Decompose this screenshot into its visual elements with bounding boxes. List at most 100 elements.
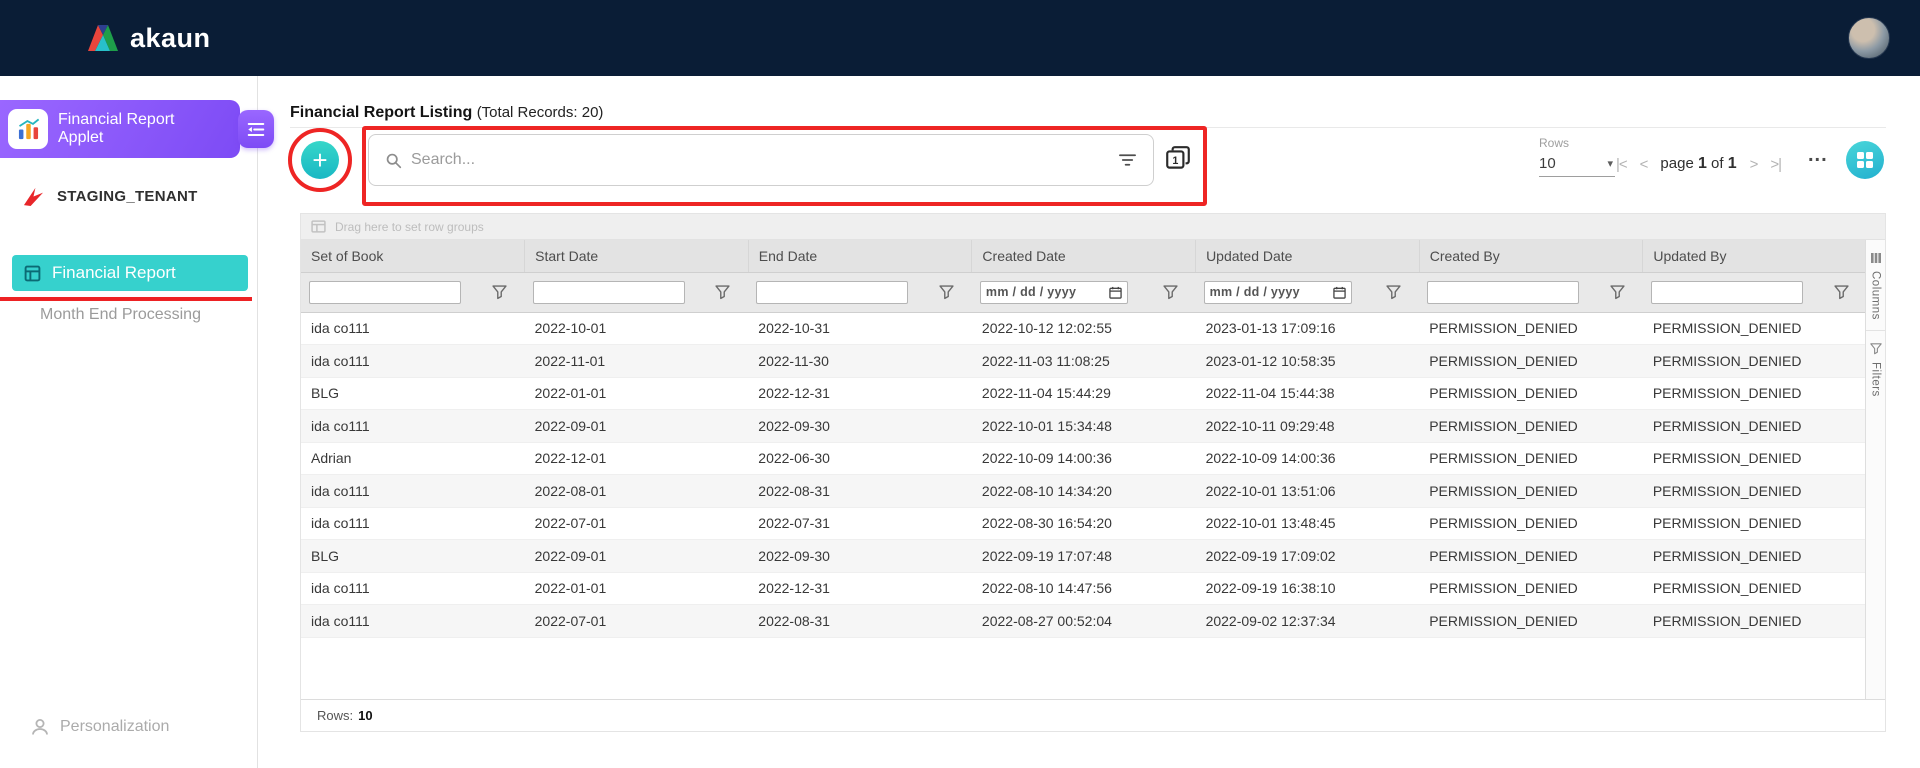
filter-funnel-icon[interactable] [1833,284,1849,300]
filter-funnel-icon[interactable] [1162,284,1178,300]
table-cell: 2022-08-31 [748,604,972,638]
table-cell: PERMISSION_DENIED [1419,344,1643,378]
column-header[interactable]: Start Date [524,240,749,273]
table-cell: 2022-11-03 11:08:25 [971,344,1196,378]
table-cell: Adrian [301,442,525,475]
tab-columns[interactable]: Columns [1866,240,1885,330]
sidebar-collapse-button[interactable] [238,110,274,148]
table-cell: ida co111 [301,604,525,638]
prev-page-button[interactable]: < [1640,156,1649,173]
filters-icon [1869,343,1882,355]
rows-per-page-select[interactable]: Rows 10 ▾ [1539,136,1615,177]
date-filter-input[interactable]: mm / dd / yyyy [979,280,1128,304]
table-cell: 2022-09-19 16:38:10 [1195,572,1420,605]
next-page-button[interactable]: > [1750,156,1759,173]
column-header[interactable]: Updated Date [1195,240,1420,273]
filter-funnel-icon[interactable] [715,284,730,300]
table-row[interactable]: ida co111 2022-11-01 2022-11-30 2022-11-03 … [301,344,1867,378]
table-row[interactable]: Adrian 2022-12-01 2022-06-30 2022-10-09 14:… [301,442,1867,475]
filter-row: mm / dd / yyyy mm / dd / yyyy [301,272,1867,313]
table-cell: 2022-01-01 [524,572,749,605]
column-header[interactable]: End Date [748,240,973,273]
search-input[interactable] [411,151,1118,169]
financial-report-label: Financial Report [52,263,176,282]
table-cell: 2022-07-01 [524,604,749,638]
column-header[interactable]: Updated By [1642,240,1867,273]
table-cell: 2022-08-10 14:47:56 [971,572,1196,605]
more-options-button[interactable]: ... [1808,144,1828,167]
table-cell: PERMISSION_DENIED [1642,474,1867,508]
filter-list-icon[interactable] [1118,153,1137,167]
table-row[interactable]: BLG 2022-09-01 2022-09-30 2022-09-19 17:07:… [301,539,1867,573]
table-row[interactable]: ida co111 2022-08-01 2022-08-31 2022-08-10 … [301,474,1867,508]
table-cell: 2022-09-19 17:09:02 [1195,539,1420,573]
table-row[interactable]: BLG 2022-01-01 2022-12-31 2022-11-04 15:44:… [301,377,1867,410]
table-cell: 2022-11-30 [748,344,972,378]
filter-cell [1642,272,1867,313]
filter-funnel-icon[interactable] [492,284,507,300]
table-row[interactable]: ida co111 2022-10-01 2022-10-31 2022-10-12 … [301,312,1867,345]
column-header[interactable]: Created By [1419,240,1644,273]
table-cell: 2023-01-13 17:09:16 [1195,312,1420,345]
column-header[interactable]: Set of Book [301,240,526,273]
table-cell: 2022-08-01 [524,474,749,508]
table-card: Drag here to set row groups Set of Book S… [300,213,1886,732]
rows-value: 10 [1539,155,1556,172]
table-cell: PERMISSION_DENIED [1642,442,1867,475]
sidebar-item-month-end-processing[interactable]: Month End Processing [40,306,201,324]
user-avatar[interactable] [1848,17,1890,59]
sidebar-item-personalization[interactable]: Personalization [30,717,169,737]
grid-view-button[interactable] [1846,141,1884,179]
table-row[interactable]: ida co111 2022-09-01 2022-09-30 2022-10-01 … [301,409,1867,443]
table-body: ida co111 2022-10-01 2022-10-31 2022-10-12 … [301,312,1867,638]
column-header[interactable]: Created Date [971,240,1197,273]
table-cell: PERMISSION_DENIED [1642,409,1867,443]
table-cell: ida co111 [301,507,525,540]
sidebar-item-financial-report[interactable]: Financial Report [12,255,248,291]
filter-funnel-icon[interactable] [1386,284,1401,300]
sidebar-applet-header[interactable]: Financial Report Applet [0,100,240,158]
footer-rows-value: 10 [358,708,373,723]
sidebar-item-tenant[interactable]: STAGING_TENANT [22,182,198,210]
filter-funnel-icon[interactable] [1610,284,1625,300]
column-filter-input[interactable] [1650,280,1803,304]
table-cell: PERMISSION_DENIED [1642,377,1867,410]
filter-funnel-icon[interactable] [939,284,954,300]
date-filter-input[interactable]: mm / dd / yyyy [1203,280,1352,304]
table-cell: 2022-11-04 15:44:38 [1195,377,1420,410]
table-cell: 2022-09-30 [748,409,972,443]
table-cell: ida co111 [301,474,525,508]
last-page-button[interactable]: >| [1770,156,1782,173]
chevron-down-icon: ▾ [1607,158,1613,170]
group-panel-icon [311,220,326,233]
tab-filters[interactable]: Filters [1866,329,1885,407]
search-box [368,134,1154,186]
date-placeholder: mm / dd / yyyy [1209,285,1300,299]
footer-rows-label: Rows: [317,708,354,723]
listing-title: Financial Report Listing [290,104,473,121]
drag-hint-text: Drag here to set row groups [335,219,484,234]
column-filter-input[interactable] [309,280,461,304]
table-row[interactable]: ida co111 2022-01-01 2022-12-31 2022-08-10 … [301,572,1867,605]
column-filter-input[interactable] [756,280,909,304]
table-cell: 2022-12-31 [748,572,972,605]
table-cell: ida co111 [301,312,525,345]
table-cell: 2022-10-01 13:48:45 [1195,507,1420,540]
table-row[interactable]: ida co111 2022-07-01 2022-08-31 2022-08-27 … [301,604,1867,638]
calendar-icon[interactable] [1332,286,1346,299]
table-cell: 2022-09-02 12:37:34 [1195,604,1420,638]
first-page-button[interactable]: |< [1616,156,1628,173]
select-page-button[interactable]: 1 [1163,145,1193,175]
rows-label: Rows [1539,136,1570,150]
table-cell: 2022-11-04 15:44:29 [971,377,1196,410]
table-row[interactable]: ida co111 2022-07-01 2022-07-31 2022-08-30 … [301,507,1867,540]
table-cell: 2022-10-01 [524,312,749,345]
calendar-icon[interactable] [1109,286,1122,299]
table-cell: 2022-10-01 15:34:48 [971,409,1196,443]
add-record-button[interactable]: + [301,141,339,179]
table-cell: 2022-10-09 14:00:36 [971,442,1196,475]
row-group-drop-zone[interactable]: Drag here to set row groups [301,214,1885,240]
column-filter-input[interactable] [532,280,685,304]
personalization-label: Personalization [60,718,170,735]
column-filter-input[interactable] [1427,280,1580,304]
